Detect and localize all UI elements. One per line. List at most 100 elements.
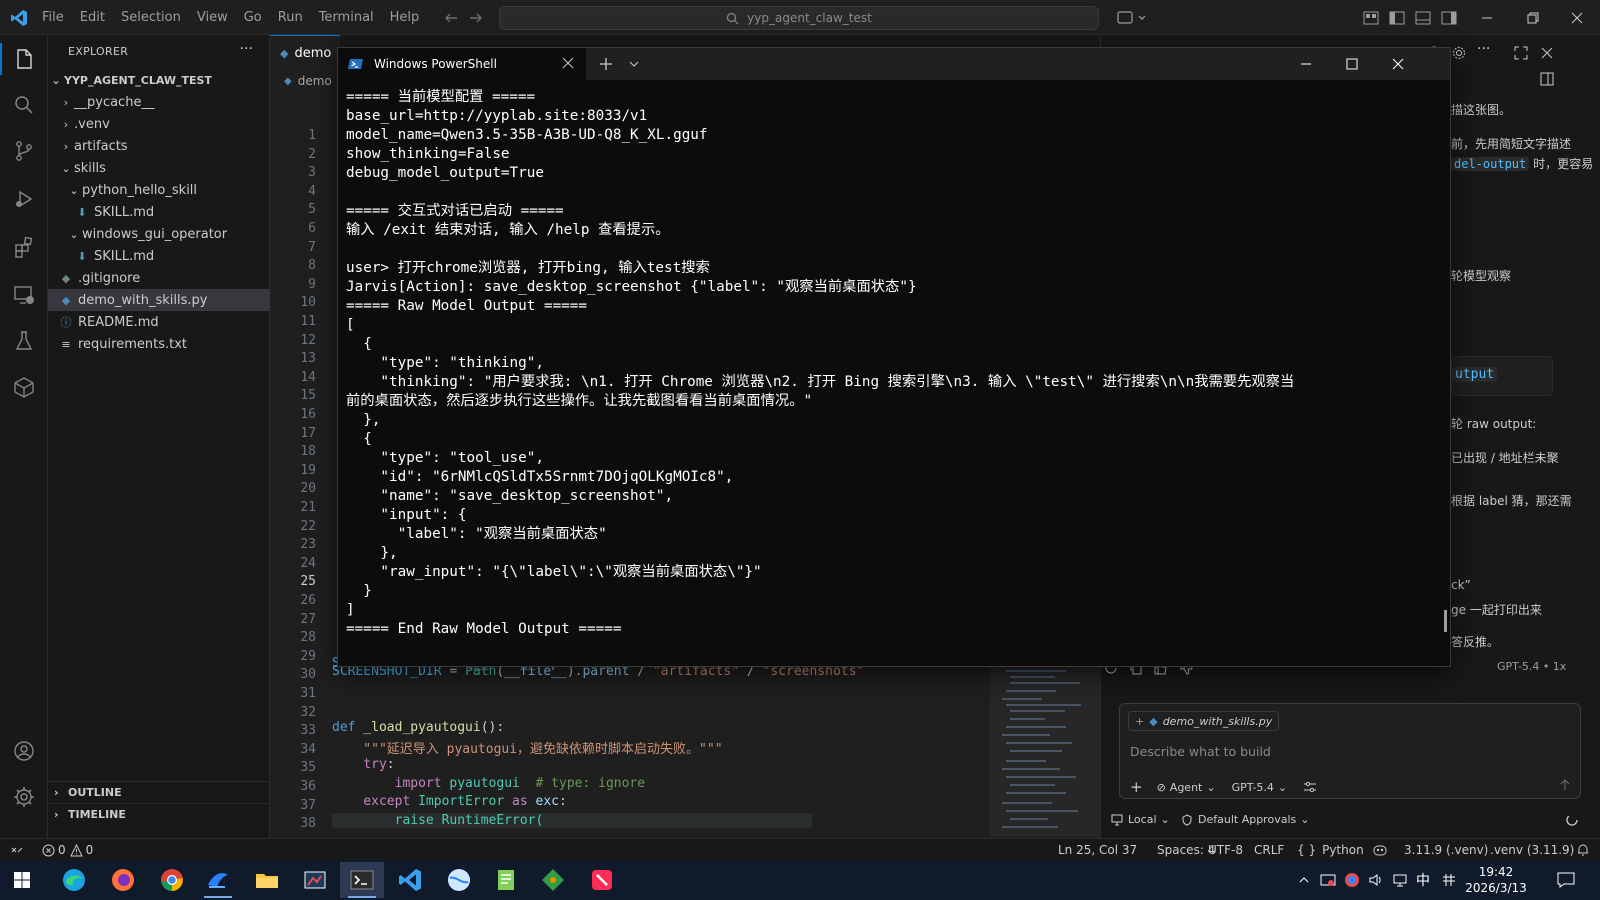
settings-gear-icon[interactable] xyxy=(1451,45,1467,61)
edge-browser-icon[interactable] xyxy=(52,862,96,898)
ps-maximize-button[interactable] xyxy=(1346,58,1358,70)
tree-item-skills[interactable]: ⌄ skills xyxy=(48,157,270,179)
menu-file[interactable]: File xyxy=(34,10,72,25)
breadcrumb-file[interactable]: demo xyxy=(298,74,332,88)
bird-app-icon[interactable] xyxy=(196,862,240,898)
send-arrow-icon[interactable] xyxy=(1558,778,1572,792)
encoding[interactable]: UTF-8 xyxy=(1208,839,1243,861)
tree-item-venv[interactable]: › .venv xyxy=(48,113,270,135)
toggle-panel-icon[interactable] xyxy=(1414,9,1432,27)
menu-terminal[interactable]: Terminal xyxy=(311,10,382,25)
remote-indicator-icon[interactable] xyxy=(10,839,24,861)
remote-explorer-icon[interactable] xyxy=(12,283,36,307)
python-interpreter[interactable]: 3.11.9 (.venv) xyxy=(1404,839,1488,861)
chat-location-select[interactable]: Local ⌄ xyxy=(1111,813,1170,826)
workspace-root[interactable]: ⌄ YYP_AGENT_CLAW_TEST xyxy=(48,69,270,91)
notification-center-icon[interactable] xyxy=(1556,871,1576,889)
command-center-search[interactable]: yyp_agent_claw_test xyxy=(499,6,1099,30)
agent-mode-select[interactable]: Agent xyxy=(1170,781,1203,794)
network-icon[interactable] xyxy=(1392,872,1408,888)
code-line-33[interactable]: def _load_pyautogui(): xyxy=(332,720,504,735)
chrome-icon[interactable] xyxy=(150,862,194,898)
tree-item-skill-md-2[interactable]: ⬇ SKILL.md xyxy=(48,245,270,267)
vscode-taskbar-icon[interactable] xyxy=(388,862,432,898)
menu-edit[interactable]: Edit xyxy=(72,10,113,25)
volume-icon[interactable] xyxy=(1368,872,1384,888)
ps-minimize-button[interactable] xyxy=(1300,58,1312,70)
venv-indicator[interactable]: .venv (3.11.9) xyxy=(1490,839,1574,861)
code-line-36[interactable]: import pyautogui # type: ignore xyxy=(332,776,645,791)
forward-arrow-icon[interactable] xyxy=(467,9,485,27)
tray-expand-chevron-icon[interactable] xyxy=(1298,874,1310,886)
tree-item-python-hello-skill[interactable]: ⌄ python_hello_skill xyxy=(48,179,270,201)
testing-flask-icon[interactable] xyxy=(12,329,36,353)
new-tab-plus-icon[interactable] xyxy=(598,56,614,72)
tools-sliders-icon[interactable] xyxy=(1303,780,1317,794)
code-line-34[interactable]: """延迟导入 pyautogui，避免缺依赖时脚本启动失败。""" xyxy=(332,738,722,757)
search-icon[interactable] xyxy=(12,93,36,117)
close-button[interactable] xyxy=(1554,0,1600,35)
menu-help[interactable]: Help xyxy=(382,10,428,25)
close-tab-icon[interactable] xyxy=(562,57,574,69)
ime-indicator[interactable]: 中 xyxy=(1416,870,1430,890)
editor-tab-demo[interactable]: ◆ demo xyxy=(270,35,340,70)
globe-app-icon[interactable] xyxy=(437,862,481,898)
extensions-icon[interactable] xyxy=(12,235,36,259)
context-file-chip[interactable]: + ◆ demo_with_skills.py xyxy=(1128,711,1280,731)
minimize-button[interactable] xyxy=(1464,0,1510,35)
clock[interactable]: 19:42 2026/3/13 xyxy=(1456,864,1536,896)
tree-item-pycache[interactable]: › __pycache__ xyxy=(48,91,270,113)
restore-button[interactable] xyxy=(1510,0,1556,35)
ps-scrollbar-thumb[interactable] xyxy=(1444,610,1447,632)
tree-item-artifacts[interactable]: › artifacts xyxy=(48,135,270,157)
menu-go[interactable]: Go xyxy=(236,10,270,25)
outline-section[interactable]: › OUTLINE xyxy=(48,781,270,803)
layout-panel-icon[interactable] xyxy=(1362,9,1380,27)
source-control-icon[interactable] xyxy=(12,139,36,163)
menu-selection[interactable]: Selection xyxy=(113,10,189,25)
menu-view[interactable]: View xyxy=(189,10,236,25)
code-line-37[interactable]: except ImportError as exc: xyxy=(332,794,567,809)
language-mode[interactable]: { } Python xyxy=(1297,839,1364,861)
containers-box-icon[interactable] xyxy=(12,375,36,399)
colorful-tray-icon[interactable] xyxy=(1344,872,1360,888)
explorer-more-actions[interactable]: ··· xyxy=(240,41,253,57)
back-arrow-icon[interactable] xyxy=(442,9,460,27)
windows-start-icon[interactable] xyxy=(0,862,44,898)
chat-input-placeholder[interactable]: Describe what to build xyxy=(1130,744,1271,759)
snipping-tool-icon[interactable] xyxy=(293,862,337,898)
tree-item-readme[interactable]: ⓘ README.md xyxy=(48,311,270,333)
ime-grid-icon[interactable] xyxy=(1442,873,1456,887)
powershell-console-output[interactable]: ===== 当前模型配置 ===== base_url=http://yyplab… xyxy=(338,88,1450,666)
toggle-sidebar-icon[interactable] xyxy=(1388,9,1406,27)
add-context-plus-icon[interactable]: + xyxy=(1130,778,1143,796)
timeline-section[interactable]: › TIMELINE xyxy=(48,803,270,825)
copilot-status-icon[interactable] xyxy=(1372,839,1388,861)
maximize-icon[interactable] xyxy=(1513,45,1529,61)
indentation[interactable]: Spaces: 4 xyxy=(1157,839,1215,861)
toggle-secondary-sidebar-icon[interactable] xyxy=(1440,9,1458,27)
powershell-tab[interactable]: Windows PowerShell xyxy=(338,48,586,80)
explorer-files-icon[interactable] xyxy=(12,47,36,71)
approvals-select[interactable]: Default Approvals ⌄ xyxy=(1181,813,1309,826)
notifications-bell-icon[interactable] xyxy=(1576,839,1590,861)
notepad-icon[interactable] xyxy=(484,862,528,898)
tree-item-requirements[interactable]: ≡ requirements.txt xyxy=(48,333,270,355)
settings-gear-icon[interactable] xyxy=(12,785,36,809)
tab-dropdown-chevron-icon[interactable] xyxy=(628,58,640,70)
powershell-taskbar-icon[interactable] xyxy=(340,862,384,898)
tree-item-gitignore[interactable]: ◆ .gitignore xyxy=(48,267,270,289)
line-ending[interactable]: CRLF xyxy=(1254,839,1284,861)
file-explorer-icon[interactable] xyxy=(245,862,289,898)
chat-input-box[interactable]: + ◆ demo_with_skills.py Describe what to… xyxy=(1119,703,1581,799)
security-tray-icon[interactable] xyxy=(1320,872,1336,888)
split-view-icon[interactable] xyxy=(1539,71,1555,87)
more-actions-icon[interactable]: ··· xyxy=(1477,41,1490,57)
model-select[interactable]: GPT-5.4 xyxy=(1232,781,1274,794)
ps-close-button[interactable] xyxy=(1392,58,1404,70)
tree-item-windows-gui-operator[interactable]: ⌄ windows_gui_operator xyxy=(48,223,270,245)
copilot-chat-icon[interactable] xyxy=(1117,9,1147,27)
red-app-icon[interactable] xyxy=(580,862,624,898)
tree-item-demo-with-skills[interactable]: ◆ demo_with_skills.py xyxy=(48,289,270,311)
tree-item-skill-md-1[interactable]: ⬇ SKILL.md xyxy=(48,201,270,223)
